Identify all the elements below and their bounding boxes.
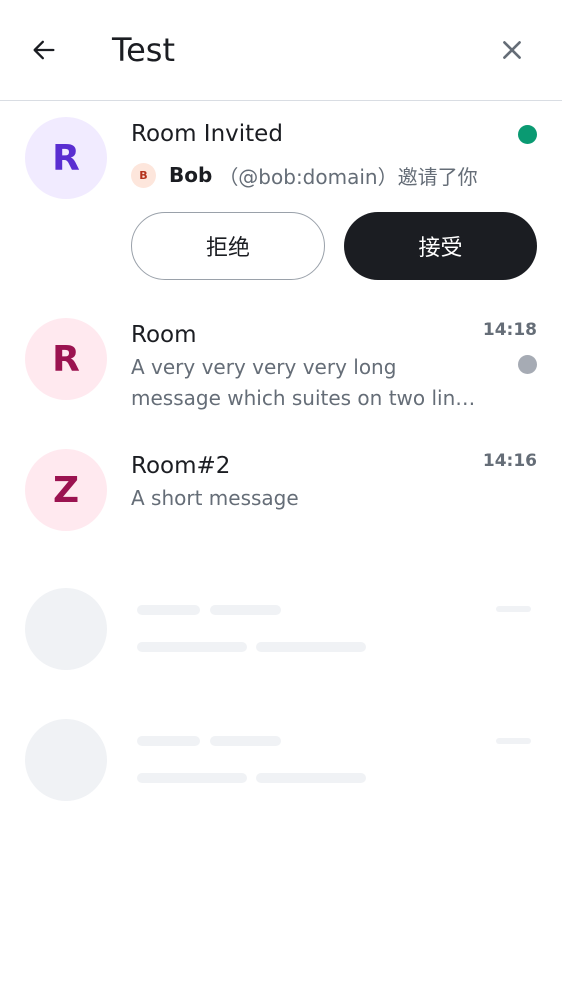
back-button[interactable] <box>22 28 66 72</box>
placeholder-bar <box>496 606 531 612</box>
room-avatar: Z <box>25 449 107 531</box>
room-avatar-letter: R <box>52 137 80 179</box>
room-name: Room#2 <box>131 453 231 479</box>
unread-indicator <box>518 355 537 374</box>
room-name: Room Invited <box>131 121 283 147</box>
room-last-message-line1: A very very very very long <box>131 355 397 379</box>
inviter-info: B Bob （@bob:domain）邀请了你 <box>131 160 478 190</box>
placeholder-bar <box>137 736 200 746</box>
placeholder-avatar <box>25 588 107 670</box>
placeholder-bar <box>256 773 366 783</box>
room-avatar: R <box>25 318 107 400</box>
room-timestamp: 14:16 <box>482 451 537 471</box>
placeholder-bar <box>210 605 281 615</box>
inviter-avatar: B <box>131 162 156 188</box>
accept-button[interactable]: 接受 <box>344 212 537 280</box>
placeholder-bar <box>137 773 247 783</box>
close-button[interactable] <box>490 28 534 72</box>
placeholder-bar <box>137 642 247 652</box>
room-last-message: A short message <box>131 486 299 510</box>
inviter-text: （@bob:domain）邀请了你 <box>218 164 478 189</box>
top-app-bar: Test <box>0 0 562 101</box>
placeholder-bar <box>210 736 281 746</box>
arrow-left-icon <box>33 40 55 60</box>
unread-indicator <box>518 125 537 144</box>
placeholder-bar <box>256 642 366 652</box>
inviter-avatar-letter: B <box>139 168 148 182</box>
room-timestamp: 14:18 <box>482 320 537 340</box>
page-title: Test <box>112 31 176 69</box>
room-name: Room <box>131 322 197 348</box>
close-icon <box>503 41 521 59</box>
placeholder-bar <box>137 605 200 615</box>
inviter-name: Bob <box>169 163 213 187</box>
room-avatar-letter: Z <box>52 469 80 511</box>
room-avatar: R <box>25 117 107 199</box>
room-last-message-line2: message which suites on two lin… <box>131 386 476 410</box>
decline-button[interactable]: 拒绝 <box>131 212 325 280</box>
placeholder-avatar <box>25 719 107 801</box>
room-avatar-letter: R <box>52 338 80 380</box>
placeholder-bar <box>496 738 531 744</box>
